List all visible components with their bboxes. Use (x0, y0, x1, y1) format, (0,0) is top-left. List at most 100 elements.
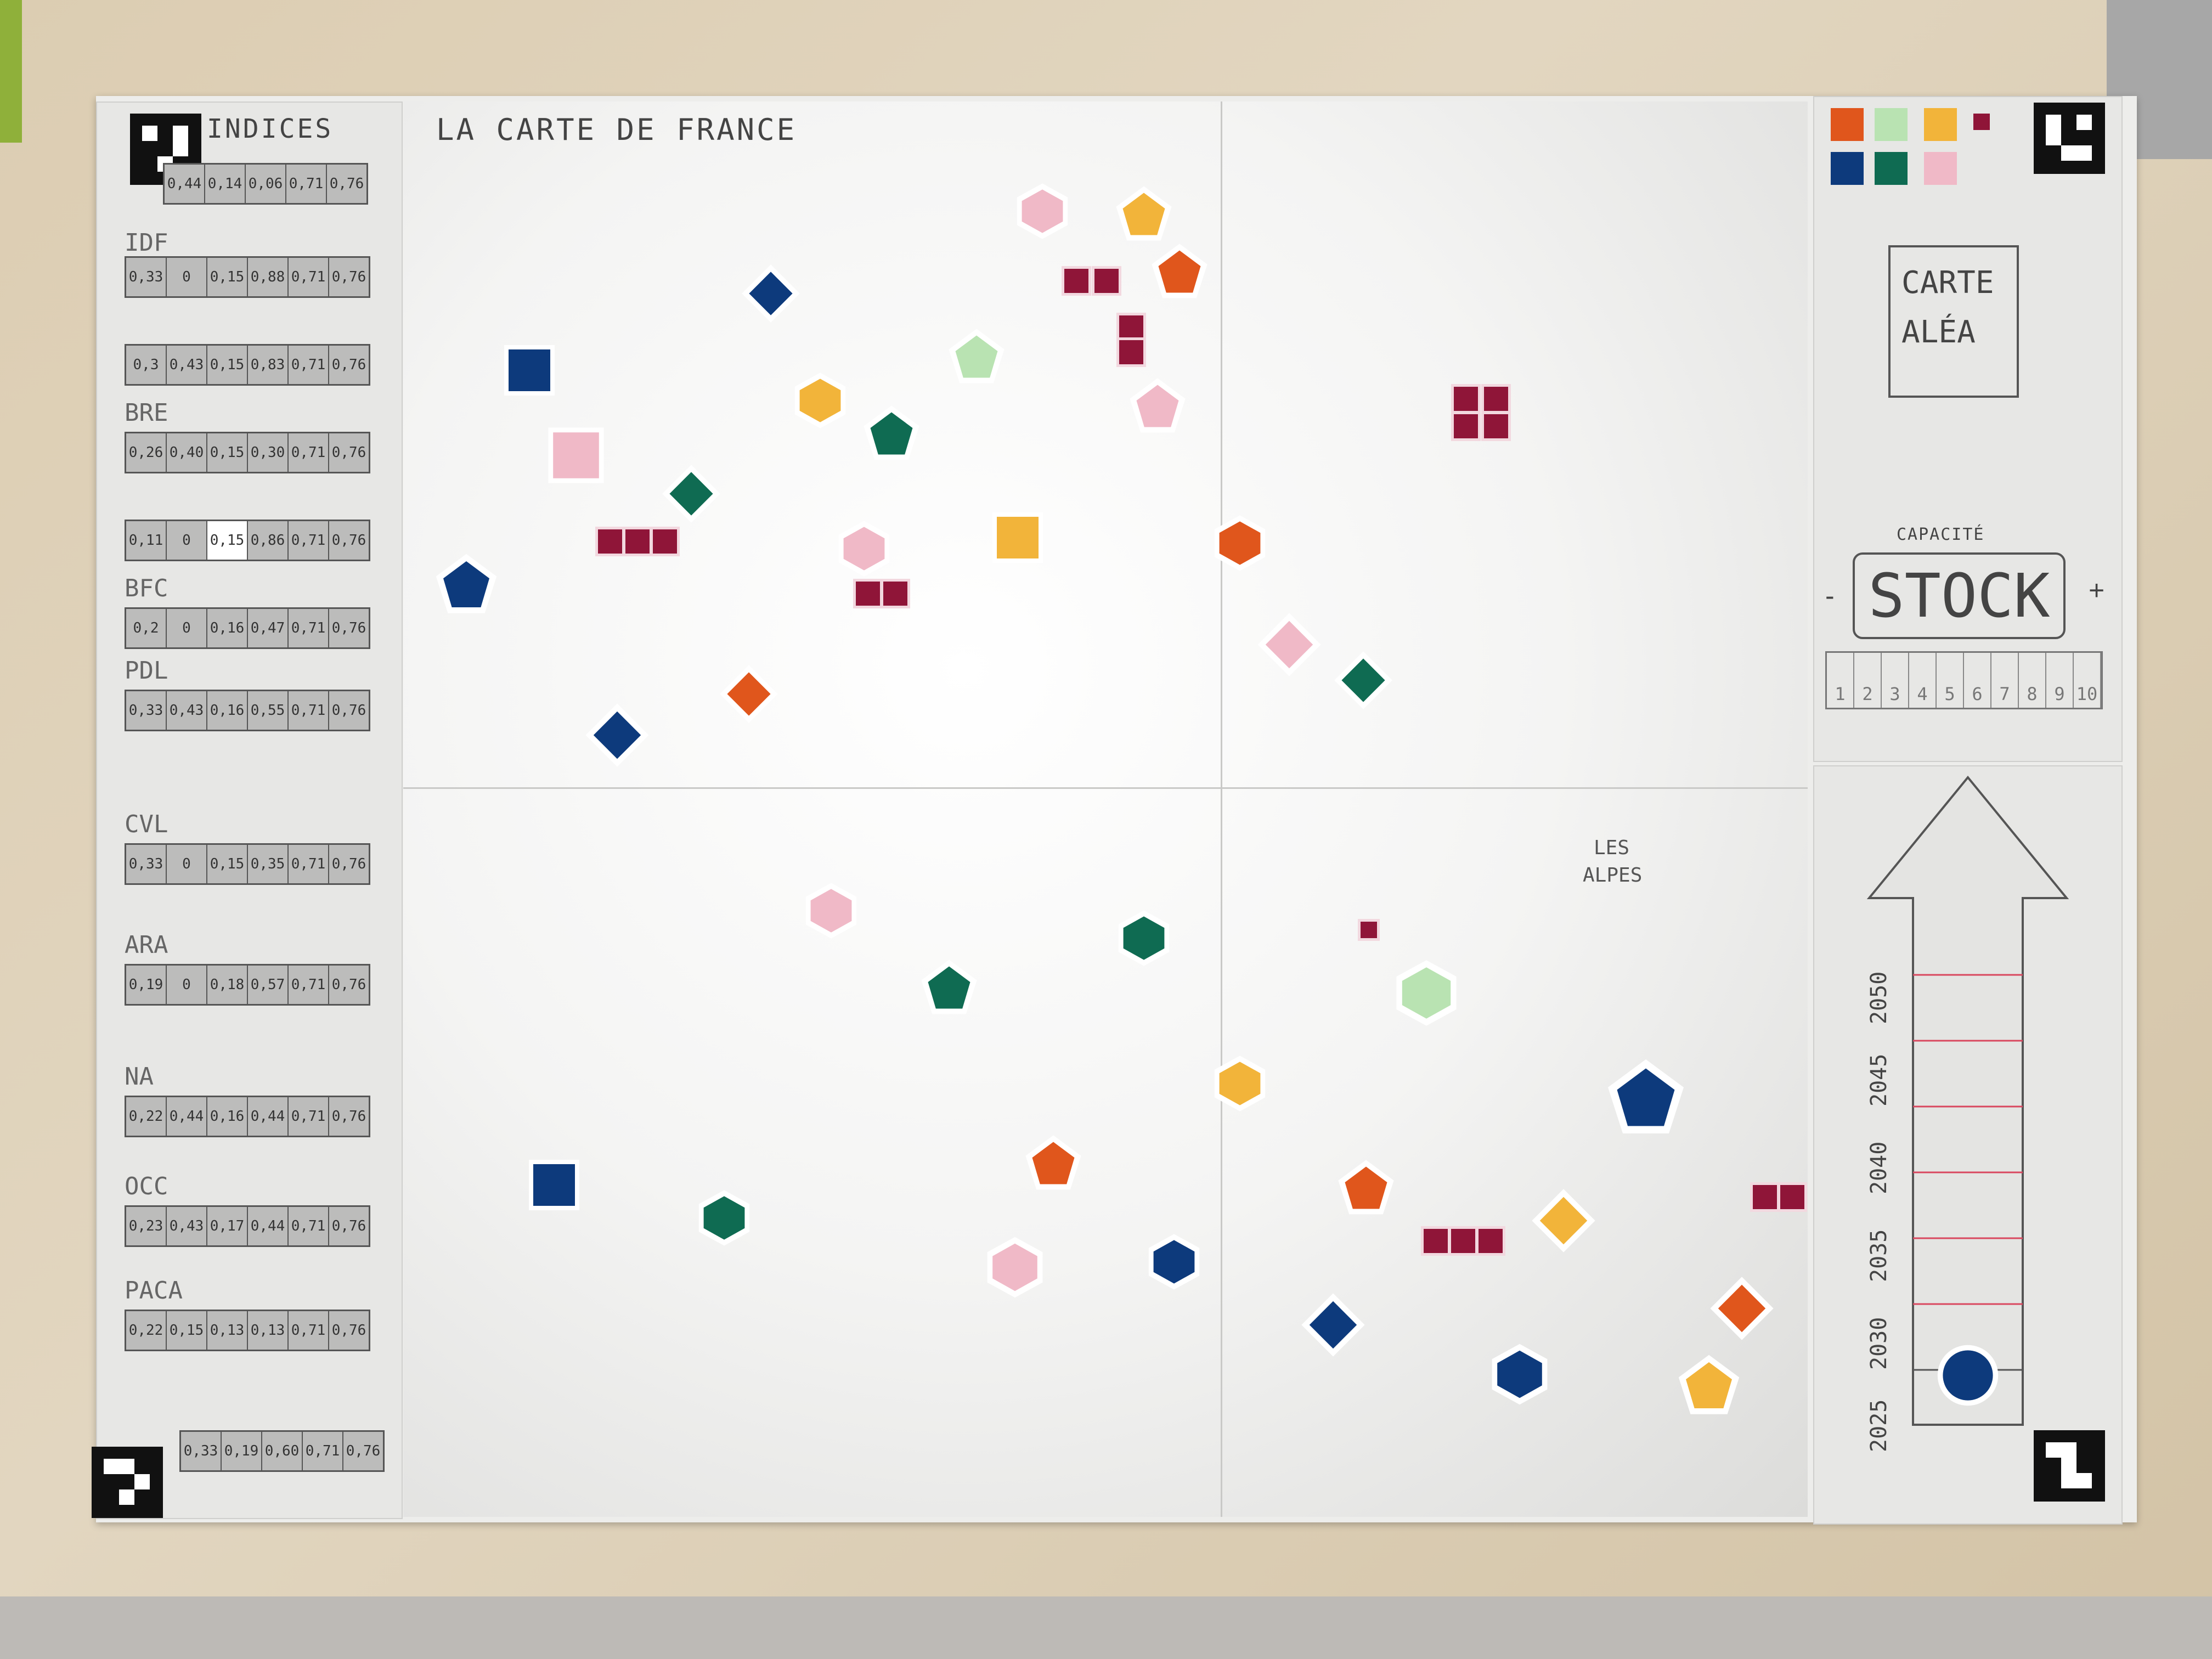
population-marker[interactable] (623, 527, 652, 556)
energy-token-teal-pentagon[interactable] (861, 403, 922, 464)
population-marker[interactable] (1448, 1226, 1478, 1256)
year-label: 2045 (1866, 1053, 1892, 1107)
index-cell: 0,35 (248, 845, 289, 883)
index-cell: 0,13 (207, 1311, 248, 1350)
france-map[interactable]: LA CARTE DE FRANCE LES ALPES (403, 101, 1808, 1517)
energy-token-teal-diamond[interactable] (661, 464, 721, 524)
population-marker[interactable] (595, 527, 625, 556)
random-card-slot[interactable]: CARTE ALÉA (1888, 245, 2019, 398)
population-marker[interactable] (1750, 1182, 1780, 1212)
energy-token-yellow-diamond[interactable] (1531, 1188, 1596, 1254)
population-marker[interactable] (881, 579, 910, 608)
population-marker[interactable] (1116, 337, 1146, 367)
energy-token-blue-diamond[interactable] (584, 702, 650, 768)
population-marker[interactable] (1451, 384, 1481, 414)
energy-token-blue-diamond[interactable] (741, 263, 801, 324)
region-row[interactable]: 0,33 0 0,15 0,35 0,71 0,76 (125, 843, 370, 885)
region-label: PDL (125, 657, 168, 685)
index-cell: 0,57 (248, 966, 289, 1004)
energy-token-orange-diamond[interactable] (1709, 1276, 1775, 1341)
index-cell: 0,71 (289, 258, 329, 296)
year-label: 2025 (1866, 1399, 1892, 1452)
stock-plus[interactable]: + (2089, 574, 2104, 606)
index-cell: 0 (167, 845, 207, 883)
index-cell: 0,76 (331, 702, 366, 719)
region-row[interactable]: 0,3 0,43 0,15 0,83 0,71 0,76 (125, 344, 370, 386)
region-row[interactable]: 0,33 0,43 0,16 0,55 0,71 0,76 (125, 690, 370, 731)
energy-token-pink-square[interactable] (546, 425, 606, 486)
energy-token-orange-pentagon[interactable] (1149, 241, 1210, 302)
energy-token-yellow-hexagon[interactable] (790, 370, 850, 431)
energy-token-blue-hexagon[interactable] (1144, 1232, 1204, 1292)
scale-step: 10 (2074, 653, 2101, 708)
energy-token-pink-hexagon[interactable] (801, 881, 861, 941)
index-cell: 0,71 (289, 609, 329, 647)
region-label: BFC (125, 574, 168, 602)
population-marker[interactable] (853, 579, 883, 608)
stock-gauge[interactable]: STOCK (1853, 552, 2066, 639)
population-marker[interactable] (1092, 266, 1121, 296)
energy-token-teal-diamond[interactable] (1333, 650, 1393, 710)
population-marker[interactable] (1451, 411, 1481, 441)
region-row[interactable]: 0,2 0 0,16 0,47 0,71 0,76 (125, 607, 370, 649)
energy-token-blue-pentagon[interactable] (1605, 1056, 1687, 1138)
index-cell: 0,44 (248, 1097, 289, 1136)
scale-step: 2 (1854, 653, 1882, 708)
index-cell: 0,55 (248, 691, 289, 730)
energy-token-pink-pentagon[interactable] (1127, 376, 1188, 436)
energy-token-blue-hexagon[interactable] (1487, 1341, 1553, 1407)
index-cell: 0,88 (248, 258, 289, 296)
random-card-label: CARTE (1901, 265, 1994, 301)
region-row[interactable]: 0,23 0,43 0,17 0,44 0,71 0,76 (125, 1205, 370, 1247)
region-row[interactable]: 0,19 0 0,18 0,57 0,71 0,76 (125, 964, 370, 1006)
region-row[interactable]: 0,33 0,19 0,60 0,71 0,76 (179, 1430, 385, 1472)
population-marker[interactable] (1062, 266, 1091, 296)
game-board: INDICES 0,44 0,14 0,06 0,71 0,76 IDF 0,3… (92, 96, 2137, 1525)
population-marker[interactable] (1421, 1226, 1451, 1256)
energy-token-yellow-square[interactable] (990, 510, 1045, 565)
energy-token-lightgreen-pentagon[interactable] (946, 326, 1007, 387)
energy-token-pink-diamond[interactable] (1256, 612, 1322, 678)
region-row[interactable]: 0,26 0,40 0,15 0,30 0,71 0,76 (125, 432, 370, 473)
index-cell: 0,33 (126, 258, 167, 296)
index-cell: 0,33 (181, 1432, 222, 1470)
energy-token-orange-pentagon[interactable] (1336, 1158, 1396, 1218)
population-marker[interactable] (1358, 919, 1380, 941)
population-marker[interactable] (1778, 1182, 1807, 1212)
legend-pink (1924, 152, 1957, 185)
region-row[interactable]: 0,22 0,44 0,16 0,44 0,71 0,76 (125, 1096, 370, 1137)
region-row[interactable]: 0,44 0,14 0,06 0,71 0,76 (163, 163, 368, 205)
index-cell: 0,16 (207, 609, 248, 647)
year-progress-token[interactable] (1935, 1342, 2001, 1408)
energy-token-teal-hexagon[interactable] (1114, 908, 1174, 968)
energy-token-lightgreen-hexagon[interactable] (1391, 957, 1462, 1029)
index-cell: 0,3 (126, 346, 167, 384)
population-marker[interactable] (1481, 411, 1511, 441)
energy-token-yellow-pentagon[interactable] (1114, 184, 1174, 244)
energy-token-teal-pentagon[interactable] (919, 957, 979, 1018)
population-marker[interactable] (650, 527, 680, 556)
region-row[interactable]: 0,22 0,15 0,13 0,13 0,71 0,76 (125, 1310, 370, 1351)
energy-token-pink-hexagon[interactable] (1012, 181, 1073, 241)
index-cell: 0,71 (289, 346, 329, 384)
stock-scale[interactable]: 1 2 3 4 5 6 7 8 9 10 (1825, 651, 2103, 709)
region-row[interactable]: 0,11 0 0,15 0,86 0,71 0,76 (125, 520, 370, 561)
energy-token-pink-hexagon[interactable] (982, 1234, 1048, 1300)
energy-token-blue-square[interactable] (502, 343, 557, 398)
population-marker[interactable] (1476, 1226, 1505, 1256)
energy-token-pink-hexagon[interactable] (834, 518, 894, 579)
energy-token-yellow-hexagon[interactable] (1210, 1053, 1270, 1114)
energy-token-teal-hexagon[interactable] (694, 1188, 754, 1248)
energy-token-orange-hexagon[interactable] (1210, 513, 1270, 573)
energy-token-orange-diamond[interactable] (719, 664, 779, 724)
energy-token-blue-pentagon[interactable] (433, 551, 499, 617)
index-cell: 0,33 (126, 691, 167, 730)
energy-token-blue-square[interactable] (527, 1158, 582, 1212)
stock-minus[interactable]: - (1825, 580, 1835, 612)
energy-token-yellow-pentagon[interactable] (1676, 1352, 1742, 1418)
energy-token-orange-pentagon[interactable] (1023, 1133, 1084, 1193)
region-row[interactable]: 0,33 0 0,15 0,88 0,71 0,76 (125, 256, 370, 298)
population-marker[interactable] (1481, 384, 1511, 414)
index-cell: 0,76 (329, 176, 364, 192)
energy-token-blue-diamond[interactable] (1300, 1292, 1366, 1358)
